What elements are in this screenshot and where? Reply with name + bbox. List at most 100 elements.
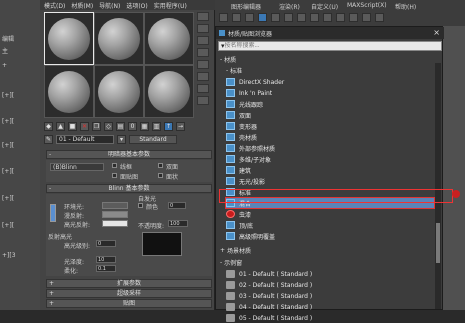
menu-options[interactable]: 选项(O) xyxy=(126,1,147,10)
subgroup-standard[interactable]: - 标准 xyxy=(226,66,242,75)
specular-color-swatch[interactable] xyxy=(102,220,128,227)
toolbar-button[interactable] xyxy=(336,13,345,22)
put-to-library-icon[interactable]: ▤ xyxy=(116,121,125,131)
go-forward-icon[interactable]: → xyxy=(176,121,185,131)
material-item-ink-paint[interactable]: Ink 'n Paint xyxy=(226,88,434,98)
material-item-shell[interactable]: 壳材质 xyxy=(226,132,434,142)
material-type-button[interactable]: Standard xyxy=(129,134,177,144)
sample-slot-item[interactable]: 01 - Default ( Standard ) xyxy=(226,269,434,279)
rollout-maps[interactable]: + 贴图 xyxy=(46,299,212,308)
menu-utilities[interactable]: 实用程序(U) xyxy=(154,1,187,10)
go-to-parent-icon[interactable]: ↑ xyxy=(164,121,173,131)
get-material-icon[interactable]: ◆ xyxy=(44,121,53,131)
spec-level-value[interactable]: 0 xyxy=(96,240,116,247)
search-input[interactable] xyxy=(224,42,425,50)
toolbar-button[interactable] xyxy=(245,13,254,22)
toolbar-button[interactable] xyxy=(232,13,241,22)
select-by-material-button[interactable] xyxy=(197,96,209,105)
material-name-field[interactable]: 01 - Default xyxy=(56,134,114,144)
toolbar-button[interactable] xyxy=(375,13,384,22)
viewport-label[interactable]: [+][ xyxy=(2,142,14,149)
show-end-result-icon[interactable]: ▥ xyxy=(152,121,161,131)
assign-to-selection-icon[interactable]: ■ xyxy=(68,121,77,131)
rollout-shader-basic[interactable]: - 明暗器基本参数 xyxy=(46,150,212,159)
video-color-check-button[interactable] xyxy=(197,60,209,69)
wire-checkbox[interactable] xyxy=(112,163,117,168)
uv-tiling-button[interactable] xyxy=(197,48,209,57)
material-item-raytrace[interactable]: 光线跟踪 xyxy=(226,99,434,109)
soften-value[interactable]: 0.1 xyxy=(96,265,116,272)
menu-navigation[interactable]: 导航(N) xyxy=(99,1,120,10)
faceted-checkbox[interactable] xyxy=(158,173,163,178)
viewport-label[interactable]: [+][ xyxy=(2,92,14,99)
self-illum-color-checkbox[interactable] xyxy=(138,203,143,208)
toolbar-button[interactable] xyxy=(362,13,371,22)
material-item-matte-shadow[interactable]: 无光/投影 xyxy=(226,176,434,186)
material-item-advanced-lighting[interactable]: 高级照明覆盖 xyxy=(226,231,434,241)
sample-slot[interactable] xyxy=(144,12,194,65)
two-sided-checkbox[interactable] xyxy=(158,163,163,168)
scrollbar-thumb[interactable] xyxy=(436,223,440,263)
show-map-icon[interactable]: ▦ xyxy=(140,121,149,131)
rollout-extended[interactable]: + 扩展参数 xyxy=(46,279,212,288)
reset-map-icon[interactable]: ✕ xyxy=(80,121,89,131)
menu-mode[interactable]: 模式(D) xyxy=(44,1,65,10)
options-button[interactable] xyxy=(197,84,209,93)
group-materials[interactable]: - 材质 xyxy=(220,55,236,64)
lock-ambient-diffuse-icon[interactable] xyxy=(50,204,56,222)
menu-material[interactable]: 材质(M) xyxy=(71,1,93,10)
menu-maxscript[interactable]: MAXScript(X) xyxy=(347,2,387,9)
material-item-xref[interactable]: 外部参照材质 xyxy=(226,143,434,153)
unique-icon[interactable]: ◇ xyxy=(104,121,113,131)
backlight-button[interactable] xyxy=(197,24,209,33)
sample-slot-item[interactable]: 02 - Default ( Standard ) xyxy=(226,280,434,290)
toolbar-button[interactable] xyxy=(323,13,332,22)
material-item-multi-sub[interactable]: 多维/子对象 xyxy=(226,154,434,164)
toolbar-button[interactable] xyxy=(310,13,319,22)
menu-render[interactable]: 渲染(R) xyxy=(279,2,300,11)
group-sample-slots[interactable]: - 示例窗 xyxy=(220,258,242,267)
opacity-value[interactable]: 100 xyxy=(168,220,188,227)
glossiness-value[interactable]: 10 xyxy=(96,256,116,263)
viewport-label[interactable]: +][3 xyxy=(2,252,16,259)
sample-slot[interactable] xyxy=(94,65,144,118)
sample-slot-item[interactable]: 03 - Default ( Standard ) xyxy=(226,291,434,301)
sample-slot-item[interactable]: 04 - Default ( Standard ) xyxy=(226,302,434,312)
viewport-label[interactable]: [+][ xyxy=(2,168,14,175)
material-item-morpher[interactable]: 变形器 xyxy=(226,121,434,131)
menu-graph-editor[interactable]: 图形编辑器 xyxy=(231,2,261,11)
menu-help[interactable]: 帮助(H) xyxy=(395,2,416,11)
shader-type-dropdown[interactable]: (B)Blinn xyxy=(50,163,104,171)
viewport-label[interactable]: [+][ xyxy=(2,222,14,229)
toolbar-button[interactable] xyxy=(271,13,280,22)
sample-slot[interactable] xyxy=(44,65,94,118)
toolbar-button[interactable] xyxy=(258,13,267,22)
sample-slot[interactable] xyxy=(144,65,194,118)
material-item-double-sided[interactable]: 双面 xyxy=(226,110,434,120)
group-scene-materials[interactable]: + 场景材质 xyxy=(220,246,251,255)
toolbar-button[interactable] xyxy=(284,13,293,22)
material-item-architectural[interactable]: 建筑 xyxy=(226,165,434,175)
material-item-shellac[interactable]: 虫漆 xyxy=(226,209,434,219)
diffuse-color-swatch[interactable] xyxy=(102,211,128,218)
viewport-label[interactable]: [+][ xyxy=(2,195,14,202)
background-button[interactable] xyxy=(197,36,209,45)
pick-material-icon[interactable]: ✎ xyxy=(44,134,53,144)
rollout-blinn-basic[interactable]: - Blinn 基本参数 xyxy=(46,184,212,193)
menu-customize[interactable]: 自定义(U) xyxy=(311,2,338,11)
sample-slot-item[interactable]: 05 - Default ( Standard ) xyxy=(226,313,434,323)
sample-slot[interactable] xyxy=(94,12,144,65)
close-icon[interactable]: × xyxy=(433,28,440,37)
browser-scrollbar[interactable] xyxy=(435,63,441,309)
put-to-scene-icon[interactable]: ▲ xyxy=(56,121,65,131)
copy-material-icon[interactable]: ❐ xyxy=(92,121,101,131)
toolbar-button[interactable] xyxy=(349,13,358,22)
toolbar-button[interactable] xyxy=(219,13,228,22)
sample-slot[interactable] xyxy=(44,12,94,65)
sample-type-button[interactable] xyxy=(197,12,209,21)
face-map-checkbox[interactable] xyxy=(112,173,117,178)
ambient-color-swatch[interactable] xyxy=(102,202,128,209)
material-item-top-bottom[interactable]: 顶/底 xyxy=(226,220,434,230)
make-preview-button[interactable] xyxy=(197,72,209,81)
self-illum-value[interactable]: 0 xyxy=(168,202,186,209)
